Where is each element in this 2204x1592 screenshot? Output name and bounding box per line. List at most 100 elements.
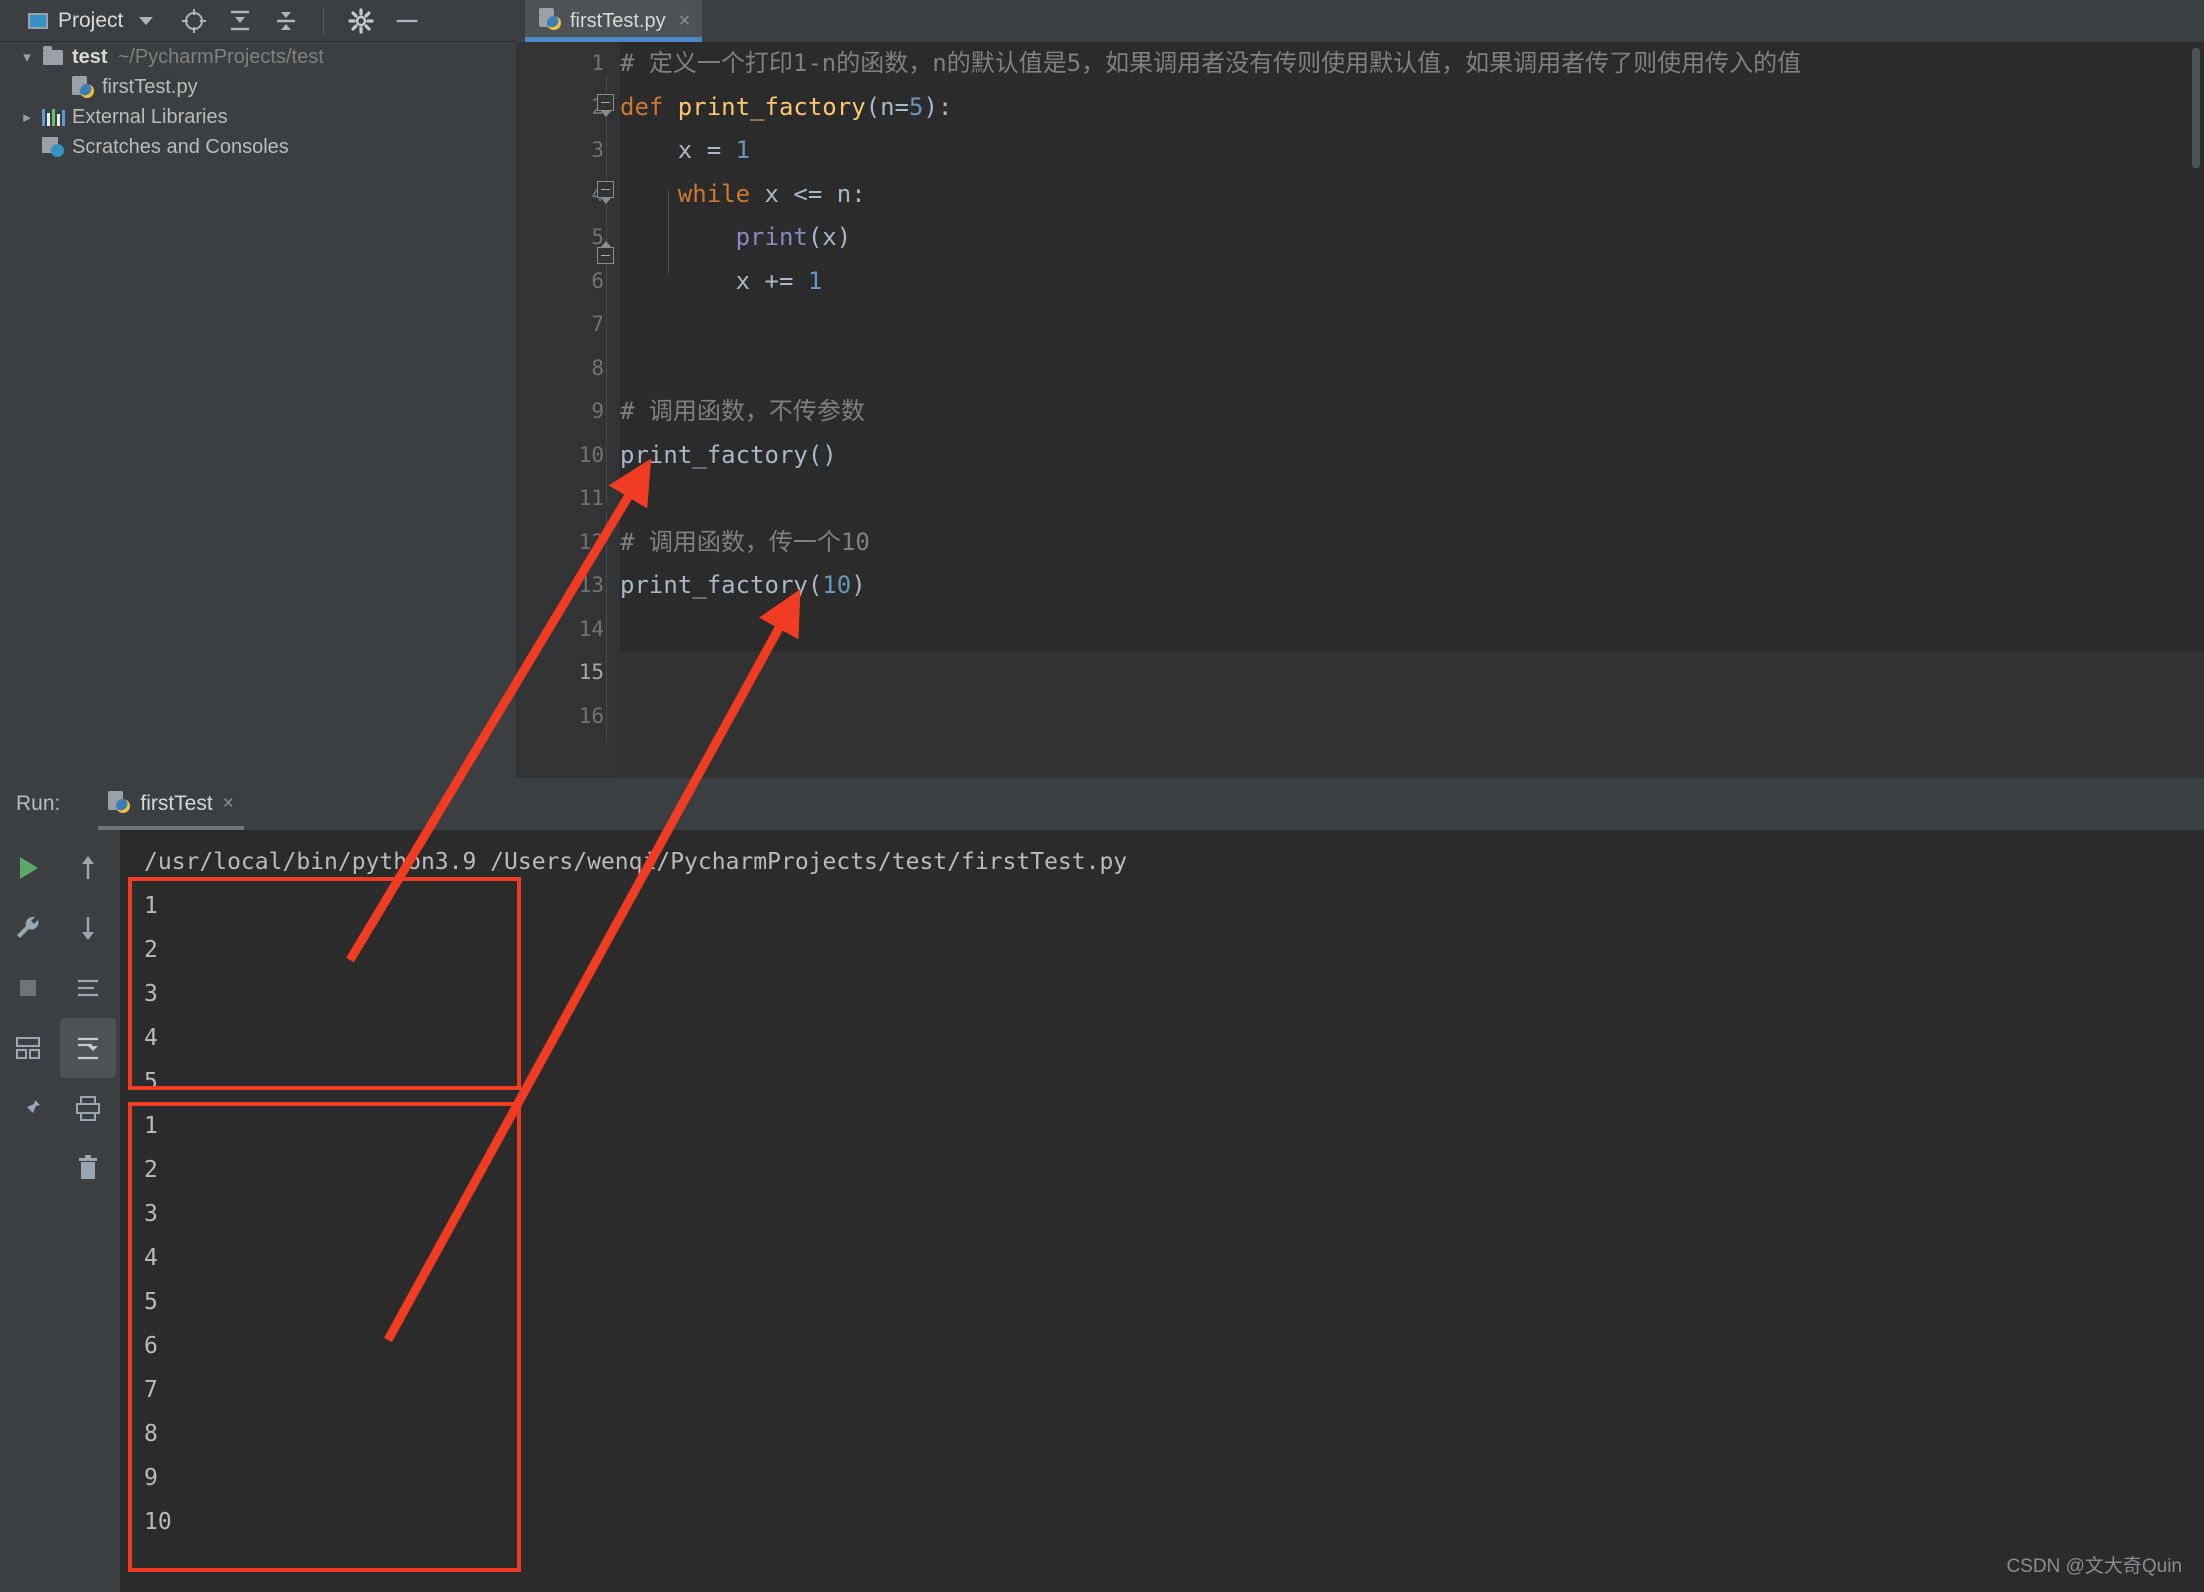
code-token: 1 — [807, 266, 823, 295]
line-number: 1 — [591, 51, 604, 75]
fold-marker-def[interactable] — [597, 94, 614, 117]
console-output-line: 5 — [144, 1069, 158, 1095]
console-output-line: 3 — [144, 1201, 158, 1227]
soft-wrap-icon[interactable] — [60, 958, 116, 1018]
line-number: 11 — [578, 486, 604, 510]
project-panel-title-group[interactable]: Project — [0, 9, 154, 33]
console-output-line: 2 — [144, 1157, 158, 1183]
code-line[interactable]: print_factory() — [620, 434, 837, 478]
code-line[interactable]: print(x) — [620, 216, 852, 260]
code-token: x = — [620, 136, 736, 164]
fold-marker-end[interactable] — [597, 241, 614, 264]
line-number: 7 — [591, 312, 604, 336]
chevron-down-icon[interactable]: ▾ — [14, 48, 40, 66]
rerun-up-icon[interactable] — [60, 838, 116, 898]
expand-all-icon[interactable] — [227, 8, 253, 34]
run-tab-firsttest[interactable]: firstTest × — [98, 778, 245, 830]
code-structure-line — [606, 512, 607, 742]
sidebar-item-test[interactable]: ▾ test ~/PycharmProjects/test — [0, 42, 516, 72]
code-token: print — [735, 223, 808, 251]
editor-gutter[interactable]: 12345678910111213141516 — [516, 42, 620, 778]
step-down-icon[interactable] — [60, 898, 116, 958]
code-token: print_factory — [677, 92, 866, 121]
tab-label: firstTest.py — [570, 9, 666, 32]
code-line[interactable]: x = 1 — [620, 129, 750, 173]
code-line[interactable]: while x <= n: — [620, 173, 866, 217]
code-line[interactable]: # 调用函数，不传参数 — [620, 390, 865, 434]
code-token: x <= n: — [750, 179, 866, 208]
code-line[interactable]: # 定义一个打印1-n的函数，n的默认值是5，如果调用者没有传则使用默认值，如果… — [620, 42, 1801, 86]
collapse-all-icon[interactable] — [273, 8, 299, 34]
code-line[interactable]: def print_factory(n=5): — [620, 86, 952, 130]
trash-icon[interactable] — [60, 1138, 116, 1198]
line-number: 9 — [591, 399, 604, 423]
code-structure-line — [606, 76, 607, 506]
console-output-line: 1 — [144, 1113, 158, 1139]
layout-icon[interactable] — [0, 1018, 56, 1078]
watermark: CSDN @文大奇Quin — [2006, 1556, 2182, 1577]
run-toolbar-right — [60, 830, 120, 1592]
close-icon[interactable]: × — [223, 793, 234, 815]
console-output-line: 10 — [144, 1509, 172, 1535]
code-line[interactable]: # 调用函数，传一个10 — [620, 521, 870, 565]
line-number: 10 — [578, 442, 604, 467]
code-token: print_factory() — [620, 440, 837, 469]
code-token: ): — [923, 92, 953, 121]
code-token: # 调用函数，传一个10 — [620, 527, 870, 556]
code-token: while — [677, 179, 751, 208]
sidebar-item-firsttest-py[interactable]: firstTest.py — [0, 72, 516, 102]
chevron-down-icon[interactable] — [139, 16, 154, 25]
console-output-block-1: 1 2 3 4 5 — [144, 884, 2204, 1104]
toolbar-divider — [323, 7, 325, 34]
scroll-to-end-icon[interactable] — [60, 1018, 116, 1078]
editor-tabbar: firstTest.py × — [516, 0, 2204, 42]
pin-icon[interactable] — [0, 1078, 56, 1138]
print-icon[interactable] — [60, 1078, 116, 1138]
line-number: 4 — [516, 173, 604, 217]
library-icon — [40, 108, 66, 126]
code-editor[interactable]: 12345678910111213141516 # 定义一个打印1-n的函数，n… — [516, 42, 2204, 778]
folder-icon — [40, 45, 66, 65]
editor-scrollbar[interactable] — [2192, 48, 2200, 168]
stop-icon[interactable] — [0, 958, 56, 1018]
console-output-line: 3 — [144, 981, 158, 1007]
gear-icon[interactable] — [348, 7, 374, 34]
run-toolbar-left — [0, 830, 60, 1592]
line-number: 3 — [591, 138, 604, 162]
run-icon[interactable] — [0, 838, 56, 898]
sidebar-item-scratches-and-consoles[interactable]: Scratches and Consoles — [26, 132, 516, 162]
console-output-line: 7 — [144, 1377, 158, 1403]
locate-icon[interactable] — [181, 8, 207, 34]
python-file-icon — [108, 790, 131, 818]
python-file-icon — [539, 7, 561, 35]
sidebar-item-external-libraries[interactable]: ▸ External Libraries — [0, 102, 516, 132]
console-output-block-2: 1 2 3 4 5 6 7 8 9 10 — [144, 1104, 2204, 1544]
close-icon[interactable]: × — [679, 10, 691, 33]
project-panel-header: Project — [0, 0, 516, 42]
run-console-output[interactable]: /usr/local/bin/python3.9 /Users/wenqi/Py… — [120, 830, 2204, 1592]
line-number: 13 — [578, 573, 604, 597]
project-toolbar — [181, 7, 420, 34]
tree-path: ~/PycharmProjects/test — [117, 45, 324, 68]
minimize-icon[interactable] — [394, 8, 420, 34]
code-line[interactable]: x += 1 — [620, 260, 823, 304]
chevron-right-icon[interactable]: ▸ — [14, 108, 40, 126]
tab-firsttest-py[interactable]: firstTest.py × — [525, 0, 703, 42]
code-line[interactable]: print_factory(10) — [620, 564, 866, 608]
code-token: 1 — [735, 136, 751, 164]
code-lines[interactable]: # 定义一个打印1-n的函数，n的默认值是5，如果调用者没有传则使用默认值，如果… — [620, 42, 2204, 778]
code-token: def — [620, 92, 678, 121]
code-token: ) — [851, 571, 866, 599]
console-output-line: 4 — [144, 1245, 158, 1271]
python-file-icon — [70, 76, 96, 98]
run-tab-label: firstTest — [140, 792, 213, 815]
console-output-line: 8 — [144, 1421, 158, 1447]
fold-marker-while[interactable] — [597, 181, 614, 204]
line-number: 16 — [578, 703, 604, 728]
window-icon — [28, 12, 48, 29]
run-panel-body: /usr/local/bin/python3.9 /Users/wenqi/Py… — [0, 830, 2204, 1592]
wrench-icon[interactable] — [0, 898, 56, 958]
line-number: 8 — [591, 355, 604, 380]
